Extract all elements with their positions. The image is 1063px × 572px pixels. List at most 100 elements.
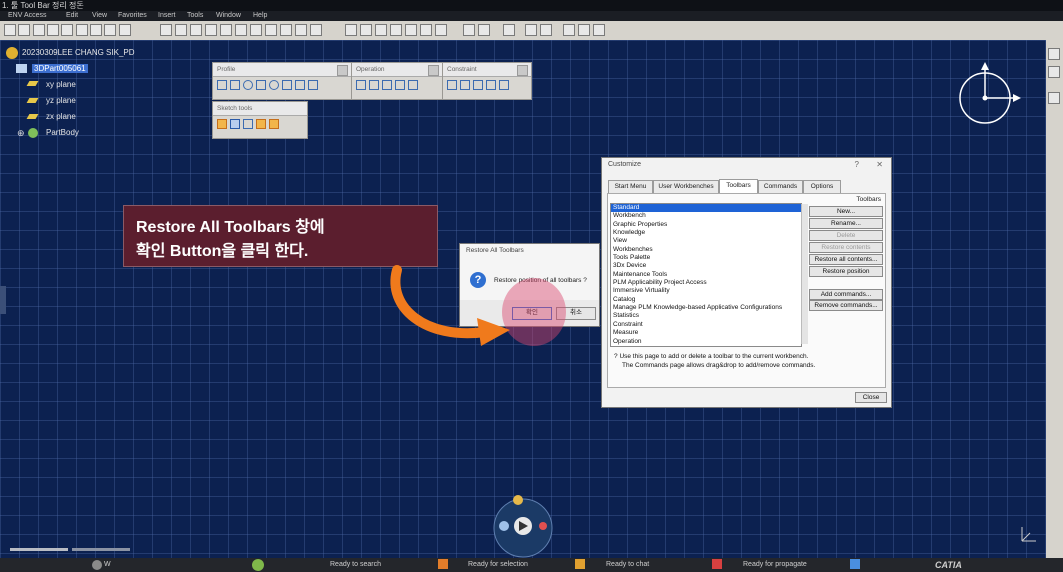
animate-constraint-icon[interactable] xyxy=(486,80,496,90)
measure-icon[interactable] xyxy=(463,24,475,36)
iso-view-icon[interactable] xyxy=(265,24,277,36)
delete-button[interactable]: Delete xyxy=(809,230,883,241)
rename-button[interactable]: Rename... xyxy=(809,218,883,229)
close-button[interactable]: Close xyxy=(855,392,887,403)
tab-start-menu[interactable]: Start Menu xyxy=(608,180,653,194)
dimension-constraint-icon[interactable] xyxy=(435,24,447,36)
tab-user-workbenches[interactable]: User Workbenches xyxy=(653,180,719,194)
trim-icon[interactable] xyxy=(382,80,392,90)
constraint-icon[interactable] xyxy=(460,80,470,90)
undo-icon[interactable] xyxy=(76,24,88,36)
snap-icon[interactable] xyxy=(390,24,402,36)
multi-view-icon[interactable] xyxy=(250,24,262,36)
grid-toggle-icon[interactable] xyxy=(217,119,227,129)
list-item[interactable]: Statistics xyxy=(611,312,801,320)
mirror-icon[interactable] xyxy=(395,80,405,90)
tab-options[interactable]: Options xyxy=(803,180,841,194)
tools-icon[interactable] xyxy=(104,24,116,36)
compass-icon[interactable] xyxy=(955,60,1029,134)
line-icon[interactable] xyxy=(282,80,292,90)
tree-item-xy-plane[interactable]: xy plane xyxy=(46,80,76,89)
normal-view-icon[interactable] xyxy=(235,24,247,36)
toolbar-list[interactable]: Standard Workbench Graphic Properties Kn… xyxy=(610,203,802,347)
list-item[interactable]: 3Dx Device xyxy=(611,262,801,270)
corner-icon[interactable] xyxy=(356,80,366,90)
swap-space-icon[interactable] xyxy=(310,24,322,36)
tree-part-label[interactable]: 3DPart005061 xyxy=(32,64,88,73)
knowledge-icon[interactable] xyxy=(563,24,575,36)
rotate-icon[interactable] xyxy=(190,24,202,36)
copy-icon[interactable] xyxy=(47,24,59,36)
open-icon[interactable] xyxy=(18,24,30,36)
table-icon[interactable] xyxy=(525,24,537,36)
side-panel-handle[interactable] xyxy=(0,286,6,314)
sketcher-icon[interactable] xyxy=(1048,66,1060,78)
restore-position-button[interactable]: Restore position xyxy=(809,266,883,277)
paste-icon[interactable] xyxy=(61,24,73,36)
edit-multi-constraint-icon[interactable] xyxy=(499,80,509,90)
remove-commands-button[interactable]: Remove commands... xyxy=(809,300,883,311)
tree-root-label[interactable]: 20230309LEE CHANG SIK_PD xyxy=(22,48,135,57)
zoom-in-icon[interactable] xyxy=(205,24,217,36)
list-item[interactable]: Workbench xyxy=(611,212,801,220)
list-item[interactable]: View xyxy=(611,237,801,245)
new-toolbar-button[interactable]: New... xyxy=(809,206,883,217)
list-item[interactable]: Graphic Properties xyxy=(611,221,801,229)
list-item[interactable]: Operation xyxy=(611,338,801,346)
toolbar-close-button[interactable] xyxy=(428,65,439,76)
list-scrollbar[interactable] xyxy=(801,204,808,344)
exit-workbench-icon[interactable] xyxy=(503,24,515,36)
cut-icon[interactable] xyxy=(33,24,45,36)
help-icon[interactable] xyxy=(119,24,131,36)
point-icon[interactable] xyxy=(308,80,318,90)
geometric-constraints-icon[interactable] xyxy=(256,119,266,129)
expand-icon[interactable]: ⊕ xyxy=(17,128,25,139)
search-icon[interactable] xyxy=(438,559,448,569)
shading-icon[interactable] xyxy=(280,24,292,36)
chat-icon[interactable] xyxy=(712,559,722,569)
list-item[interactable]: PLM Applicability Project Access xyxy=(611,279,801,287)
rectangle-icon[interactable] xyxy=(230,80,240,90)
add-commands-button[interactable]: Add commands... xyxy=(809,289,883,300)
menu-item[interactable]: View xyxy=(92,11,107,21)
list-item[interactable]: Knowledge xyxy=(611,229,801,237)
list-item[interactable]: Manage PLM Knowledge-based Applicative C… xyxy=(611,304,801,312)
list-item[interactable]: Maintenance Tools xyxy=(611,271,801,279)
grid-icon[interactable] xyxy=(375,24,387,36)
menu-item[interactable]: Tools xyxy=(187,11,203,21)
list-item[interactable]: Workbenches xyxy=(611,246,801,254)
new-icon[interactable] xyxy=(4,24,16,36)
snap-to-point-icon[interactable] xyxy=(230,119,240,129)
app-icon[interactable] xyxy=(252,559,264,571)
construction-icon[interactable] xyxy=(405,24,417,36)
axis-icon[interactable] xyxy=(295,80,305,90)
tree-item-partbody[interactable]: PartBody xyxy=(46,128,79,137)
contact-constraint-icon[interactable] xyxy=(473,80,483,90)
list-item[interactable]: Constraint xyxy=(611,321,801,329)
hide-show-icon[interactable] xyxy=(295,24,307,36)
list-item[interactable]: Tools Palette xyxy=(611,254,801,262)
geometric-constraint-icon[interactable] xyxy=(420,24,432,36)
tree-item-yz-plane[interactable]: yz plane xyxy=(46,96,76,105)
menu-item[interactable]: Insert xyxy=(158,11,176,21)
zoom-out-icon[interactable] xyxy=(220,24,232,36)
menu-item[interactable]: Edit xyxy=(66,11,78,21)
formula-icon[interactable] xyxy=(540,24,552,36)
list-item[interactable]: Standard xyxy=(611,204,801,213)
menu-item[interactable]: Favorites xyxy=(118,11,147,21)
constraint-icon[interactable] xyxy=(360,24,372,36)
toolbar-close-button[interactable] xyxy=(517,65,528,76)
ellipse-icon[interactable] xyxy=(269,80,279,90)
select-icon[interactable] xyxy=(1048,92,1060,104)
redo-icon[interactable] xyxy=(90,24,102,36)
selection-icon[interactable] xyxy=(575,559,585,569)
construction-element-icon[interactable] xyxy=(243,119,253,129)
list-item[interactable]: Immersive Virtuality xyxy=(611,287,801,295)
menu-item[interactable]: ENV Access xyxy=(8,11,47,21)
catalog-icon[interactable] xyxy=(578,24,590,36)
tree-item-zx-plane[interactable]: zx plane xyxy=(46,112,76,121)
circle-icon[interactable] xyxy=(243,80,253,90)
pan-icon[interactable] xyxy=(175,24,187,36)
menu-item[interactable]: Window xyxy=(216,11,241,21)
constraint-dialog-icon[interactable] xyxy=(447,80,457,90)
